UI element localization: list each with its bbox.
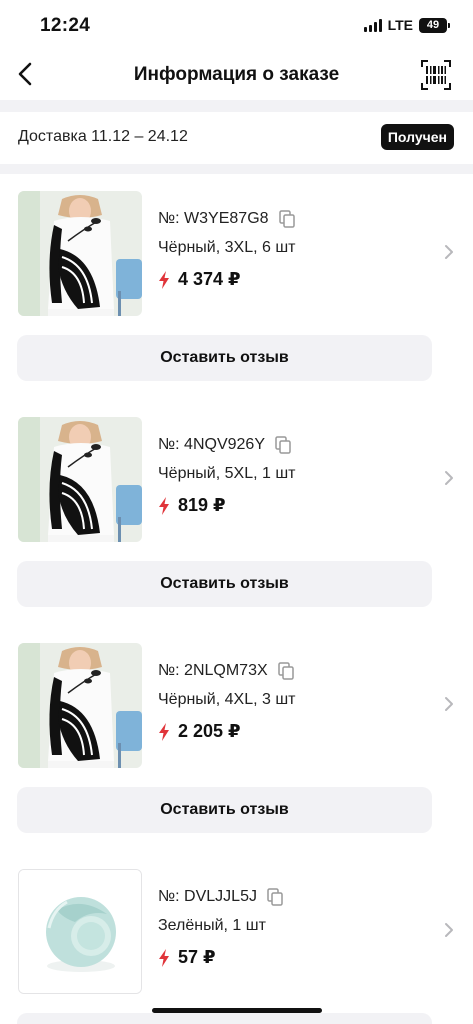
barcode-icon[interactable] <box>421 60 451 90</box>
leave-review-button-partial[interactable] <box>17 1013 432 1024</box>
home-indicator <box>152 1008 322 1013</box>
status-bar: 12:24 LTE 49 <box>0 0 473 52</box>
leave-review-button[interactable]: Оставить отзыв <box>17 335 432 381</box>
item-sku: №: DVLJJL5J <box>158 888 257 905</box>
chevron-right-icon <box>445 245 453 259</box>
copy-icon[interactable] <box>277 662 294 680</box>
section-divider <box>0 100 473 112</box>
leave-review-button[interactable]: Оставить отзыв <box>17 787 432 833</box>
chevron-right-icon <box>445 923 453 937</box>
item-info: №: 2NLQM73X Чёрный, 4XL, 3 шт 2 205 ₽ <box>158 659 296 742</box>
lightning-icon <box>159 948 169 967</box>
status-badge: Получен <box>380 124 454 150</box>
delivery-dates: Доставка 11.12 – 24.12 <box>18 128 188 145</box>
item-price: 819 ₽ <box>178 495 226 515</box>
product-image <box>18 643 142 768</box>
page-title: Информация о заказе <box>133 64 340 85</box>
order-item[interactable]: №: 4NQV926Y Чёрный, 5XL, 1 шт 819 ₽ <box>0 413 473 553</box>
nav-bar: Информация о заказе <box>0 52 473 100</box>
item-variant: Зелёный, 1 шт <box>158 917 266 934</box>
battery-level: 49 <box>426 19 440 31</box>
chevron-right-icon <box>445 471 453 485</box>
status-time: 12:24 <box>40 15 91 36</box>
item-price: 57 ₽ <box>178 947 216 967</box>
item-variant: Чёрный, 4XL, 3 шт <box>158 691 296 708</box>
lightning-icon <box>159 496 169 515</box>
item-variant: Чёрный, 3XL, 6 шт <box>158 239 296 256</box>
lightning-icon <box>159 270 169 289</box>
order-item[interactable]: №: DVLJJL5J Зелёный, 1 шт 57 ₽ <box>0 865 473 1005</box>
chevron-right-icon <box>445 697 453 711</box>
item-info: №: DVLJJL5J Зелёный, 1 шт 57 ₽ <box>158 885 283 968</box>
product-image <box>18 191 142 316</box>
item-sku: №: 2NLQM73X <box>158 662 268 679</box>
signal-icon <box>363 18 382 32</box>
item-price: 4 374 ₽ <box>178 269 241 289</box>
item-info: №: W3YE87G8 Чёрный, 3XL, 6 шт 4 374 ₽ <box>158 207 296 290</box>
order-item[interactable]: №: 2NLQM73X Чёрный, 4XL, 3 шт 2 205 ₽ <box>0 639 473 779</box>
network-type: LTE <box>387 17 413 33</box>
lightning-icon <box>159 722 169 741</box>
battery-icon: 49 <box>419 17 450 33</box>
copy-icon[interactable] <box>278 210 295 228</box>
leave-review-button[interactable]: Оставить отзыв <box>17 561 432 607</box>
copy-icon[interactable] <box>275 436 291 454</box>
item-sku: №: W3YE87G8 <box>158 210 269 227</box>
item-variant: Чёрный, 5XL, 1 шт <box>158 465 296 482</box>
copy-icon[interactable] <box>267 888 283 906</box>
status-indicators: LTE 49 <box>363 17 450 33</box>
item-sku: №: 4NQV926Y <box>158 436 265 453</box>
item-price: 2 205 ₽ <box>178 721 241 741</box>
order-item[interactable]: №: W3YE87G8 Чёрный, 3XL, 6 шт 4 374 ₽ <box>0 187 473 327</box>
section-divider <box>0 164 473 174</box>
delivery-row: Доставка 11.12 – 24.12 Получен <box>0 112 473 164</box>
product-image <box>18 417 142 542</box>
product-image <box>18 869 142 994</box>
item-info: №: 4NQV926Y Чёрный, 5XL, 1 шт 819 ₽ <box>158 433 296 516</box>
